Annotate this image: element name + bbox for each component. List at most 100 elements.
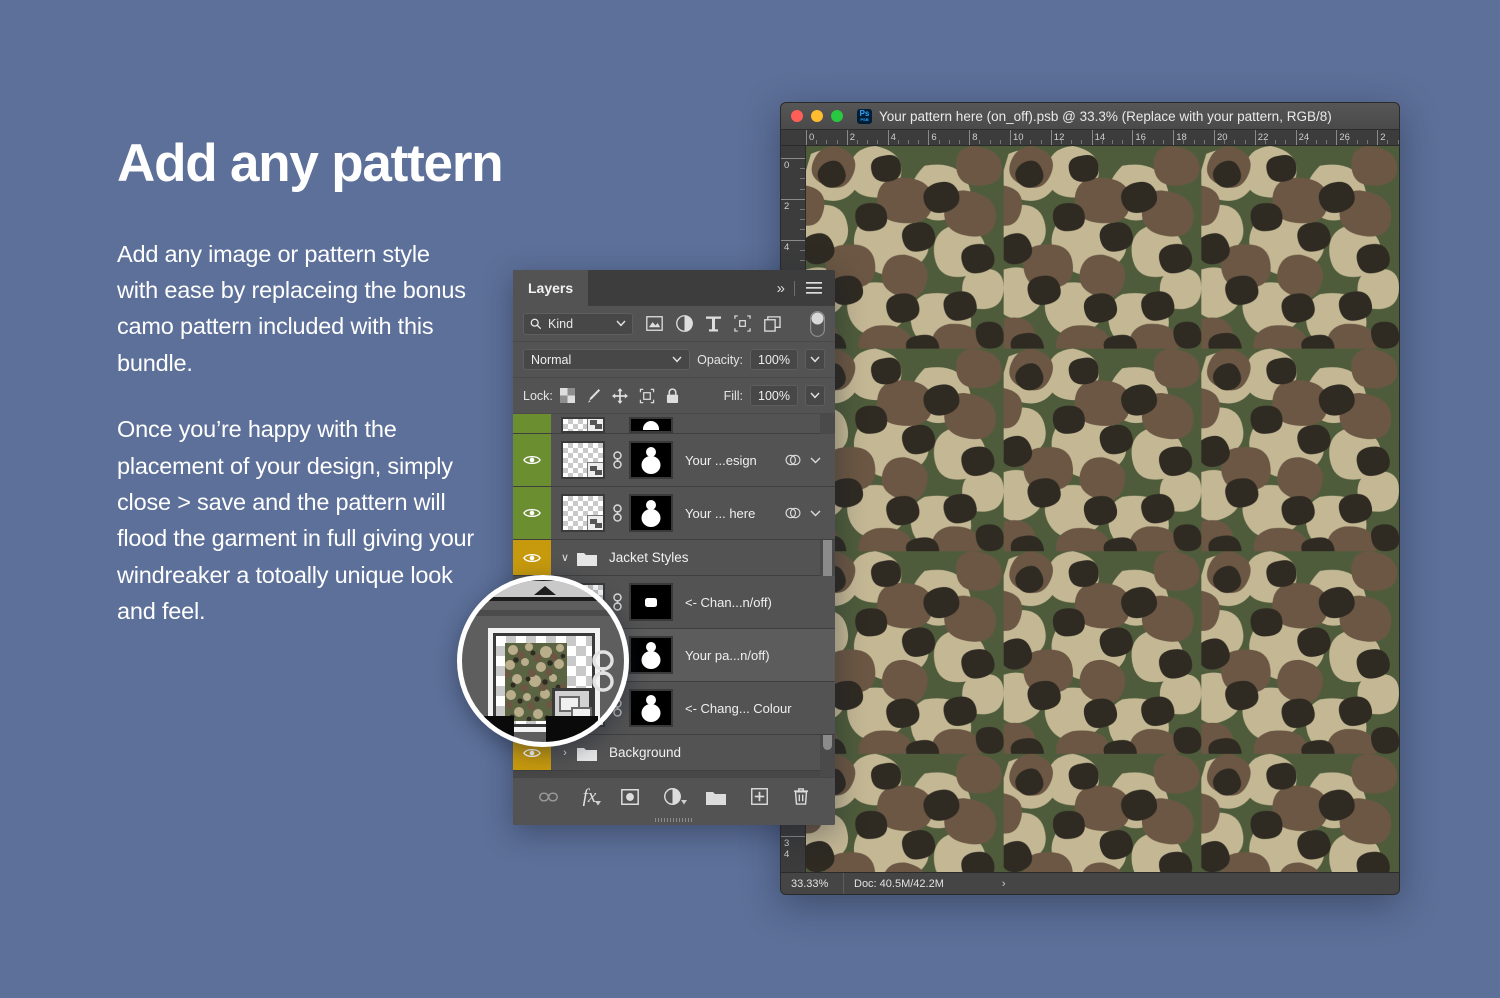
status-expand-arrow-icon[interactable]: › xyxy=(1002,878,1006,890)
layer-mask-thumbnail[interactable] xyxy=(629,689,673,727)
blend-opacity-row[interactable]: Normal Opacity: 100% xyxy=(513,342,835,378)
panel-resize-grip[interactable] xyxy=(513,815,835,825)
layer-mask-thumbnail[interactable] xyxy=(629,441,673,479)
new-group-icon[interactable] xyxy=(706,789,726,805)
table-row[interactable]: Your ...esign xyxy=(513,434,835,487)
layer-thumbnail[interactable] xyxy=(561,494,605,532)
lock-fill-row[interactable]: Lock: Fill: 100% xyxy=(513,378,835,414)
scroll-up-arrow-icon xyxy=(534,586,556,595)
camouflage-pattern-artwork xyxy=(806,146,1399,872)
opacity-value: 100% xyxy=(758,353,790,367)
layers-panel-footer[interactable]: fx xyxy=(513,777,835,815)
layer-mask-thumbnail[interactable] xyxy=(629,494,673,532)
new-adjustment-layer-icon[interactable] xyxy=(664,788,681,805)
layer-mask-thumbnail[interactable] xyxy=(629,417,673,433)
add-layer-mask-icon[interactable] xyxy=(621,789,639,805)
adjustment-layer-filter-icon[interactable] xyxy=(676,315,693,332)
link-layers-icon[interactable] xyxy=(539,791,558,803)
document-status-bar[interactable]: 33.33% Doc: 40.5M/42.2M › xyxy=(781,872,1399,894)
mask-link-icon[interactable] xyxy=(611,504,623,522)
chevron-down-icon[interactable] xyxy=(810,510,821,517)
close-button[interactable] xyxy=(791,110,803,122)
smart-object-badge-icon xyxy=(587,515,603,530)
panel-tab-controls[interactable]: » xyxy=(777,280,835,297)
group-expand-chevron-icon[interactable]: ∨ xyxy=(557,551,573,564)
layer-mask-thumbnail[interactable] xyxy=(629,636,673,674)
layer-thumbnail[interactable] xyxy=(561,441,605,479)
opacity-label: Opacity: xyxy=(697,353,743,367)
filter-enable-toggle[interactable] xyxy=(810,311,825,337)
lock-transparent-pixels-icon[interactable] xyxy=(560,388,575,403)
layer-mask-thumbnail[interactable] xyxy=(629,583,673,621)
fill-stepper-chevron[interactable] xyxy=(805,385,825,406)
delete-layer-icon[interactable] xyxy=(793,788,809,805)
pixel-layer-filter-icon[interactable] xyxy=(646,316,663,331)
layer-name[interactable]: Your pa...n/off) xyxy=(685,648,835,663)
layer-visibility-toggle[interactable] xyxy=(513,487,551,539)
horizontal-ruler[interactable]: 024681012141618202224262 xyxy=(781,130,1399,146)
body-paragraph-2: Once you’re happy with the placement of … xyxy=(117,411,477,629)
new-layer-icon[interactable] xyxy=(751,788,768,805)
lock-artboard-icon[interactable] xyxy=(639,388,655,404)
shape-layer-filter-icon[interactable] xyxy=(734,315,751,332)
document-canvas[interactable] xyxy=(806,146,1399,872)
layer-name[interactable]: Your ...esign xyxy=(685,453,785,468)
layer-style-fx-icon[interactable]: fx xyxy=(583,786,597,808)
magnified-mask-link-icon xyxy=(590,650,616,692)
photoshop-app-icon: Ps PSB xyxy=(857,109,872,124)
lock-icon-group[interactable] xyxy=(560,388,679,404)
chevron-down-icon[interactable] xyxy=(616,320,626,327)
zoom-button[interactable] xyxy=(831,110,843,122)
chevron-down-icon[interactable] xyxy=(672,356,682,363)
document-title: Your pattern here (on_off).psb @ 33.3% (… xyxy=(879,109,1332,124)
window-controls[interactable] xyxy=(791,110,843,122)
smart-object-filter-icon[interactable] xyxy=(764,316,781,332)
tab-separator xyxy=(794,281,795,296)
layer-filter-bar[interactable]: Kind xyxy=(513,306,835,342)
group-name[interactable]: Jacket Styles xyxy=(609,550,689,565)
layer-row-controls[interactable] xyxy=(785,505,835,521)
zoom-level-field[interactable]: 33.33% xyxy=(781,878,843,890)
lock-label: Lock: xyxy=(523,389,553,403)
magnified-scroll-arrow-bar xyxy=(486,577,603,601)
layer-visibility-toggle[interactable] xyxy=(513,414,551,433)
blend-mode-select[interactable]: Normal xyxy=(523,349,690,370)
fill-value-field[interactable]: 100% xyxy=(750,385,798,406)
layer-visibility-toggle[interactable] xyxy=(513,434,551,486)
layer-row-controls[interactable] xyxy=(785,452,835,468)
minimize-button[interactable] xyxy=(811,110,823,122)
lock-image-pixels-icon[interactable] xyxy=(586,388,601,404)
layer-group-row[interactable]: ∨ Jacket Styles xyxy=(513,540,835,576)
effects-icon[interactable] xyxy=(785,505,801,521)
layer-name[interactable]: <- Chang... Colour xyxy=(685,701,835,716)
group-expand-chevron-icon[interactable]: › xyxy=(557,747,573,759)
layer-name[interactable]: <- Chan...n/off) xyxy=(685,595,835,610)
collapse-panel-icon[interactable]: » xyxy=(777,280,783,297)
photoshop-document-window[interactable]: Ps PSB Your pattern here (on_off).psb @ … xyxy=(780,102,1400,895)
panel-tab-bar[interactable]: Layers » xyxy=(513,270,835,306)
opacity-value-field[interactable]: 100% xyxy=(750,349,798,370)
tab-layers[interactable]: Layers xyxy=(513,270,588,306)
layer-thumbnail[interactable] xyxy=(561,417,605,433)
opacity-stepper-chevron[interactable] xyxy=(805,349,825,370)
table-row[interactable]: Your ... here xyxy=(513,487,835,540)
type-layer-filter-icon[interactable] xyxy=(706,316,721,332)
window-titlebar[interactable]: Ps PSB Your pattern here (on_off).psb @ … xyxy=(781,103,1399,130)
table-row[interactable] xyxy=(513,414,835,434)
mask-link-icon[interactable] xyxy=(611,593,623,611)
ruler-corner xyxy=(781,130,806,146)
panel-menu-icon[interactable] xyxy=(806,282,822,294)
layer-name[interactable]: Your ... here xyxy=(685,506,785,521)
lock-position-icon[interactable] xyxy=(612,388,628,404)
lock-all-icon[interactable] xyxy=(666,388,679,404)
tab-layers-label: Layers xyxy=(528,280,573,296)
effects-icon[interactable] xyxy=(785,452,801,468)
group-visibility-toggle[interactable] xyxy=(513,540,551,575)
document-size-readout[interactable]: Doc: 40.5M/42.2M › xyxy=(843,873,1016,894)
filter-kind-select[interactable]: Kind xyxy=(523,313,633,335)
fx-label: fx xyxy=(583,786,597,807)
chevron-down-icon[interactable] xyxy=(810,457,821,464)
group-name[interactable]: Background xyxy=(609,745,681,760)
mask-link-icon[interactable] xyxy=(611,451,623,469)
folder-icon xyxy=(577,550,597,566)
